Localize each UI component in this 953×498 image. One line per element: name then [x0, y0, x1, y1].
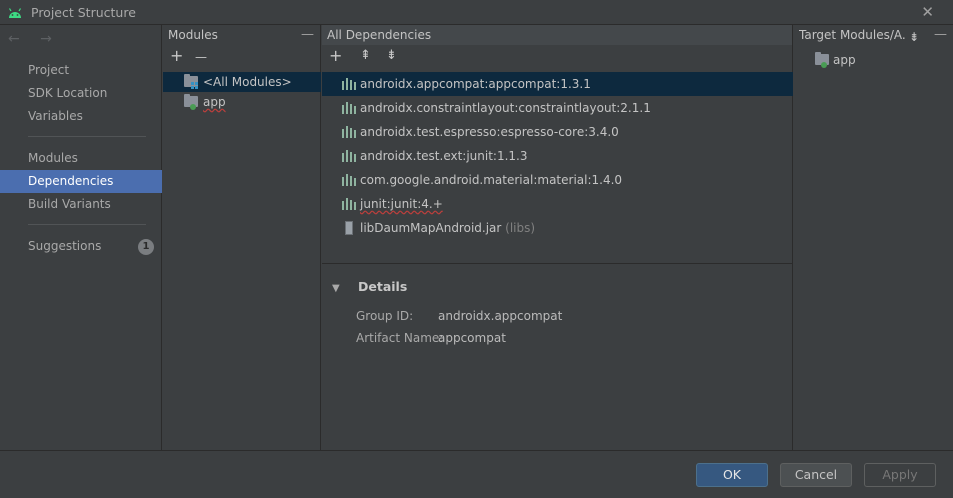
dependency-label: androidx.test.ext:junit:1.1.3: [360, 149, 528, 163]
sidebar-item-label: Variables: [28, 109, 83, 123]
target-module-row-app[interactable]: app: [794, 49, 953, 71]
collapse-all-icon[interactable]: ⇟: [909, 27, 919, 45]
expand-triangle-icon: ▼: [332, 283, 340, 294]
dependency-label: androidx.appcompat:appcompat:1.3.1: [360, 77, 591, 91]
library-icon: [342, 150, 356, 162]
dependency-row[interactable]: androidx.test.ext:junit:1.1.3: [322, 144, 793, 168]
cancel-button[interactable]: Cancel: [780, 463, 852, 487]
dialog-footer: OK Cancel Apply: [0, 450, 953, 498]
suggestions-count-badge: 1: [138, 239, 154, 255]
module-status-icon: [821, 62, 827, 68]
window-title: Project Structure: [31, 5, 136, 20]
target-modules-header: Target Modules/A... ⇟ —: [794, 25, 953, 45]
sidebar: ← → Project SDK Location Variables Modul…: [0, 25, 162, 450]
dependencies-title: All Dependencies: [327, 28, 432, 42]
module-row-app[interactable]: app: [163, 92, 321, 112]
jar-file-icon: [345, 221, 353, 235]
minimize-panel-icon[interactable]: —: [301, 25, 314, 45]
sidebar-item-build-variants[interactable]: Build Variants: [0, 193, 162, 216]
add-dependency-button[interactable]: +: [329, 47, 342, 65]
details-divider: [322, 263, 793, 264]
sidebar-item-dependencies[interactable]: Dependencies: [0, 170, 162, 193]
sidebar-item-modules[interactable]: Modules: [0, 147, 162, 170]
dependency-label: com.google.android.material:material:1.4…: [360, 173, 623, 187]
dependency-row[interactable]: libDaumMapAndroid.jar (libs): [322, 216, 793, 240]
minimize-panel-icon[interactable]: —: [934, 25, 947, 45]
back-forward-icon[interactable]: ← →: [8, 31, 60, 47]
sidebar-item-label: SDK Location: [28, 86, 108, 100]
dependency-row[interactable]: junit:junit:4.+: [322, 192, 793, 216]
module-label: app: [203, 95, 226, 109]
dependency-label: androidx.constraintlayout:constraintlayo…: [360, 101, 651, 115]
module-grid-icon: [191, 82, 198, 89]
dependencies-toolbar: + ⇞ ⇟: [322, 45, 792, 69]
target-modules-panel: Target Modules/A... ⇟ — app: [794, 25, 953, 450]
module-label: app: [833, 53, 856, 67]
dependency-label: libDaumMapAndroid.jar: [360, 221, 502, 235]
details-title: Details: [358, 279, 408, 294]
sidebar-item-variables[interactable]: Variables: [0, 105, 162, 128]
sidebar-item-label: Modules: [28, 151, 78, 165]
group-id-value: androidx.appcompat: [438, 309, 563, 323]
sidebar-item-sdk-location[interactable]: SDK Location: [0, 82, 162, 105]
sidebar-item-label: Build Variants: [28, 197, 111, 211]
collapse-all-icon[interactable]: ⇟: [386, 47, 397, 65]
group-id-label: Group ID:: [356, 309, 414, 323]
library-icon: [342, 198, 356, 210]
library-icon: [342, 78, 356, 90]
module-row-all[interactable]: <All Modules>: [163, 72, 321, 92]
sidebar-divider: [28, 224, 146, 225]
expand-all-icon[interactable]: ⇞: [360, 47, 371, 65]
library-icon: [342, 102, 356, 114]
dependency-label: junit:junit:4.+: [360, 197, 443, 211]
artifact-name-value: appcompat: [438, 331, 506, 345]
apply-button[interactable]: Apply: [864, 463, 936, 487]
library-icon: [342, 126, 356, 138]
dependency-row[interactable]: com.google.android.material:material:1.4…: [322, 168, 793, 192]
remove-module-button[interactable]: —: [195, 48, 207, 66]
sidebar-item-label: Project: [28, 63, 70, 77]
modules-panel: Modules — + — <All Modules> app: [163, 25, 321, 450]
target-modules-title: Target Modules/A...: [799, 28, 906, 42]
module-status-icon: [190, 104, 196, 110]
modules-title: Modules: [168, 28, 218, 42]
add-module-button[interactable]: +: [170, 47, 183, 65]
details-toggle[interactable]: ▼ Details: [332, 279, 407, 294]
library-icon: [342, 174, 356, 186]
module-label: <All Modules>: [203, 75, 292, 89]
sidebar-item-label: Dependencies: [28, 174, 114, 188]
sidebar-item-label: Suggestions: [28, 239, 102, 253]
dependency-row[interactable]: androidx.appcompat:appcompat:1.3.1: [322, 72, 793, 96]
sidebar-divider: [28, 136, 146, 137]
sidebar-item-suggestions[interactable]: Suggestions 1: [0, 235, 162, 258]
dependency-row[interactable]: androidx.test.espresso:espresso-core:3.4…: [322, 120, 793, 144]
sidebar-item-project[interactable]: Project: [0, 59, 162, 82]
dependencies-panel: All Dependencies + ⇞ ⇟ androidx.appcompa…: [322, 25, 793, 450]
modules-header: Modules —: [163, 25, 320, 45]
dependency-source: (libs): [505, 221, 536, 235]
android-icon: [8, 8, 22, 18]
dependency-label: androidx.test.espresso:espresso-core:3.4…: [360, 125, 619, 139]
modules-toolbar: + —: [163, 45, 320, 69]
artifact-name-label: Artifact Name:: [356, 331, 444, 345]
title-bar: Project Structure ✕: [0, 0, 953, 25]
dependencies-header: All Dependencies: [322, 25, 792, 45]
dependency-row[interactable]: androidx.constraintlayout:constraintlayo…: [322, 96, 793, 120]
ok-button[interactable]: OK: [696, 463, 768, 487]
close-icon[interactable]: ✕: [921, 3, 934, 21]
